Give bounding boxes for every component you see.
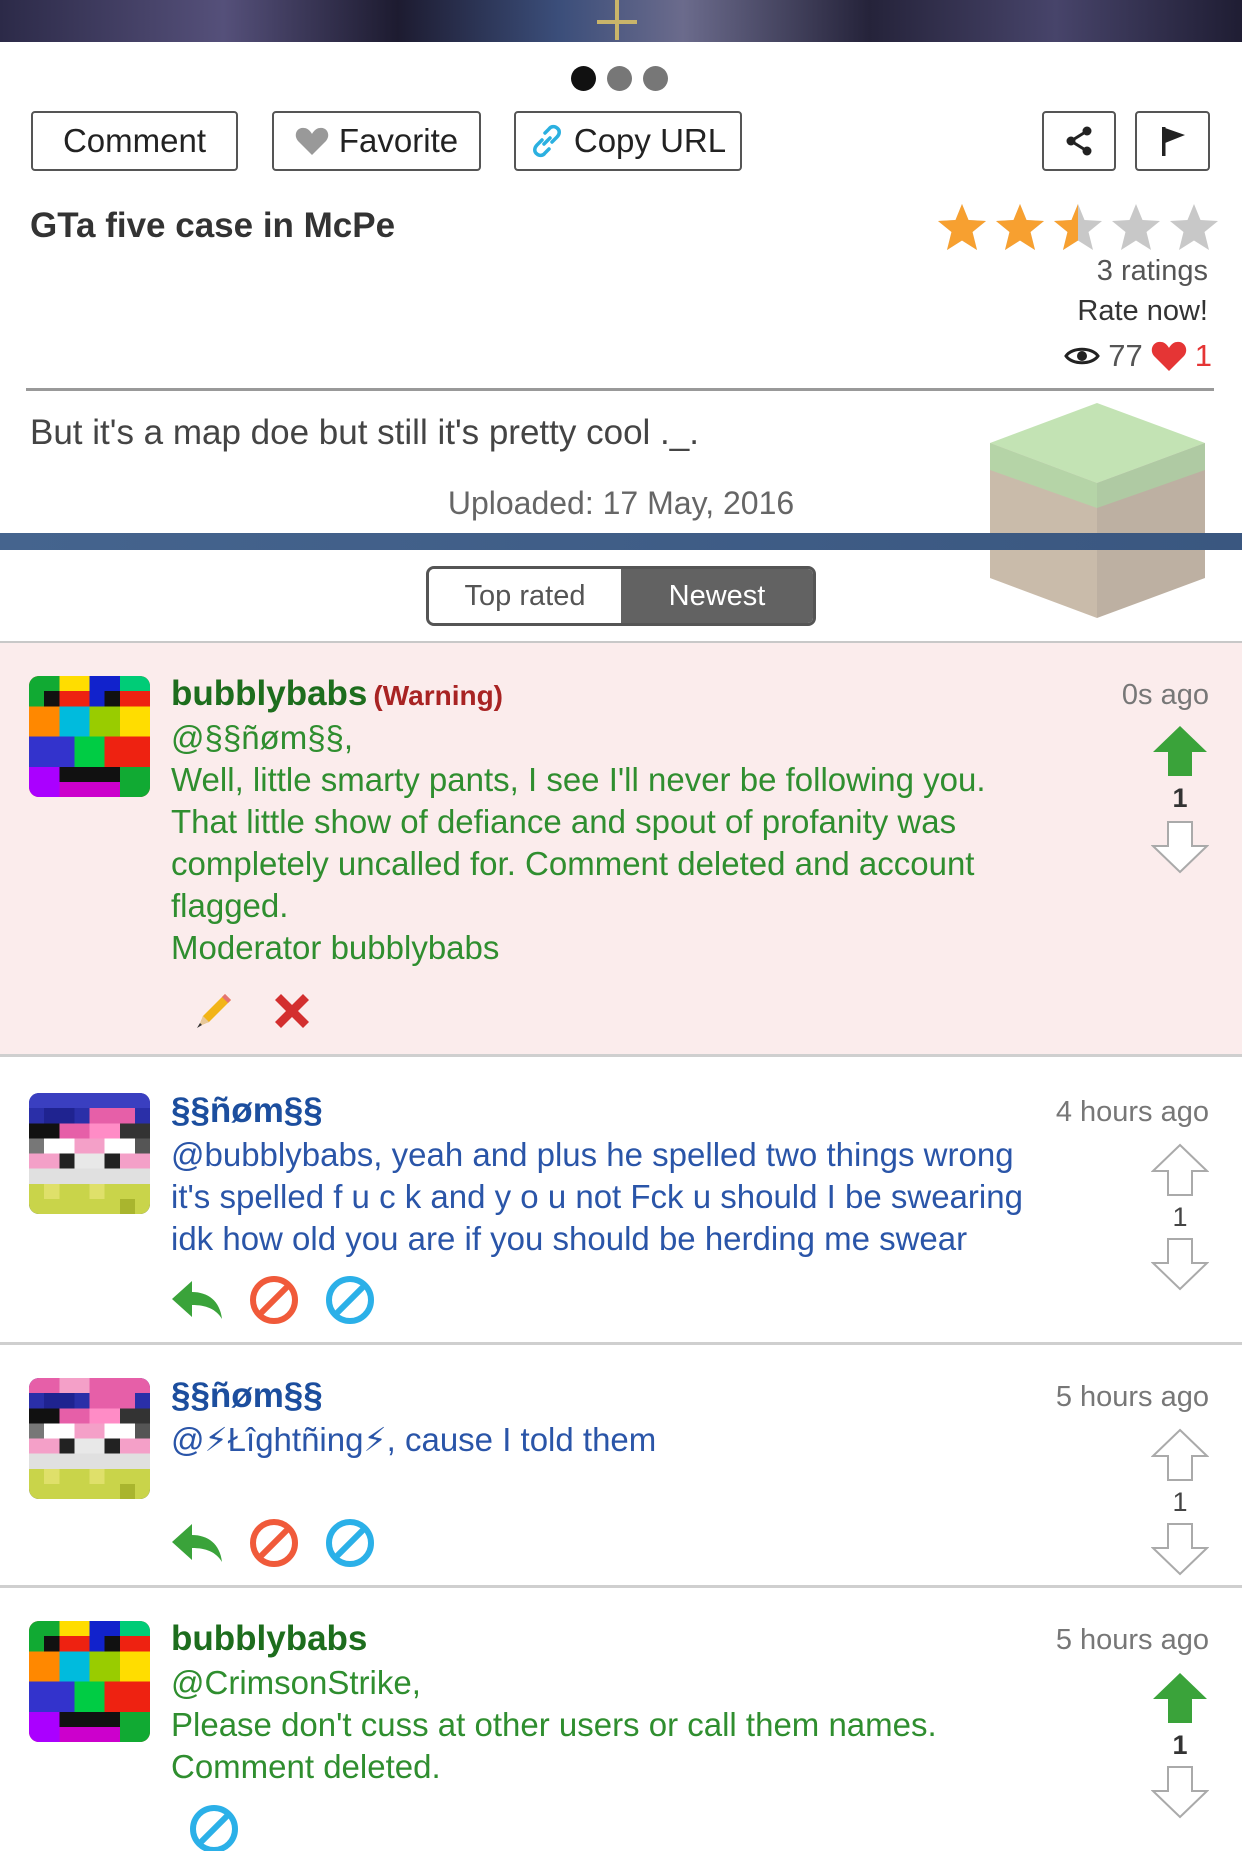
flag-icon <box>1161 127 1185 156</box>
comment-author[interactable]: bubblybabs (Warning) <box>171 674 503 714</box>
vote-count: 1 <box>1172 1487 1188 1517</box>
comment-line: @⚡Łîghtñing⚡, cause I told them <box>171 1421 657 1458</box>
upvote-arrow-icon[interactable] <box>1151 724 1209 778</box>
ratings-count: 3 ratings <box>1096 255 1208 287</box>
comment-line: completely uncalled for. Comment deleted… <box>171 845 975 882</box>
eye-icon <box>1064 347 1101 365</box>
edit-icon[interactable] <box>193 990 235 1032</box>
comment-author[interactable]: §§ñøm§§ <box>171 1091 323 1131</box>
block-icon[interactable] <box>324 1274 376 1326</box>
carousel-dot-2[interactable] <box>607 66 632 91</box>
share-button[interactable] <box>1042 111 1116 171</box>
star-rating[interactable] <box>936 202 1220 254</box>
carousel-dot-3[interactable] <box>643 66 668 91</box>
comment-body: @⚡Łîghtñing⚡, cause I told them <box>171 1419 1071 1461</box>
comment-line: Comment deleted. <box>171 1748 441 1785</box>
comment-time: 5 hours ago <box>1055 1381 1209 1413</box>
copy-url-button[interactable]: Copy URL <box>514 111 742 171</box>
block-icon[interactable] <box>324 1517 376 1569</box>
share-icon <box>1066 126 1092 156</box>
comment-item: bubblybabs (Warning) 0s ago @§§ñøm§§, Wel… <box>0 643 1242 1057</box>
comment-button-label: Comment <box>62 122 207 159</box>
comment-line: @CrimsonStrike, <box>171 1664 421 1701</box>
vote-count: 1 <box>1172 1202 1188 1232</box>
comment-actions <box>170 1517 376 1569</box>
comment-body: @bubblybabs, yeah and plus he spelled tw… <box>171 1134 1071 1260</box>
comment-time: 4 hours ago <box>1055 1096 1209 1128</box>
avatar[interactable] <box>29 676 150 797</box>
warning-badge: (Warning) <box>373 680 504 711</box>
reply-icon[interactable] <box>170 1520 224 1566</box>
downvote-arrow-icon[interactable] <box>1151 1522 1209 1576</box>
comment-line: Please don't cuss at other users or call… <box>171 1706 937 1743</box>
star-icon[interactable] <box>994 202 1046 254</box>
comment-line: @bubblybabs, yeah and plus he spelled tw… <box>171 1136 1014 1173</box>
avatar[interactable] <box>29 1378 150 1499</box>
sort-top-rated-tab[interactable]: Top rated <box>429 569 621 623</box>
author-name: bubblybabs <box>171 674 368 713</box>
comment-actions <box>193 988 315 1034</box>
comment-item: §§ñøm§§ 5 hours ago @⚡Łîghtñing⚡, cause … <box>0 1348 1242 1588</box>
grass-block-image <box>990 403 1205 618</box>
block-icon[interactable] <box>188 1803 240 1851</box>
star-icon[interactable] <box>1110 202 1162 254</box>
downvote-arrow-icon[interactable] <box>1151 1765 1209 1819</box>
heart-icon <box>295 127 329 155</box>
comment-line: Well, little smarty pants, I see I'll ne… <box>171 761 986 798</box>
carousel-dot-1[interactable] <box>571 66 596 91</box>
sort-toggle: Top rated Newest <box>426 566 816 626</box>
upvote-arrow-icon[interactable] <box>1151 1143 1209 1197</box>
like-count: 1 <box>1194 338 1212 373</box>
favorite-button[interactable]: Favorite <box>272 111 481 171</box>
comment-line: flagged. <box>171 887 289 924</box>
report-icon[interactable] <box>248 1274 300 1326</box>
upvote-arrow-icon[interactable] <box>1151 1671 1209 1725</box>
hero-image[interactable] <box>0 0 1242 42</box>
favorite-button-label: Favorite <box>338 122 459 159</box>
post-description: But it's a map doe but still it's pretty… <box>30 413 699 452</box>
comment-actions <box>188 1803 240 1851</box>
view-count: 77 <box>1108 338 1143 373</box>
hero-crosshair-bar <box>597 20 637 24</box>
comment-item: §§ñøm§§ 4 hours ago @bubblybabs, yeah an… <box>0 1060 1242 1345</box>
reply-icon[interactable] <box>170 1277 224 1323</box>
vote-count: 1 <box>1172 783 1188 813</box>
avatar[interactable] <box>29 1093 150 1214</box>
section-divider-bar <box>0 533 1242 550</box>
sort-newest-tab[interactable]: Newest <box>621 569 813 623</box>
comment-actions <box>170 1274 376 1326</box>
comment-line: idk how old you are if you should be her… <box>171 1220 968 1257</box>
link-icon <box>532 124 561 158</box>
upvote-arrow-icon[interactable] <box>1151 1428 1209 1482</box>
vote-count: 1 <box>1172 1730 1188 1760</box>
comment-line: That little show of defiance and spout o… <box>171 803 957 840</box>
like-heart-icon <box>1151 341 1186 371</box>
comment-body: @§§ñøm§§, Well, little smarty pants, I s… <box>171 717 1071 969</box>
comment-line: it's spelled f u c k and y o u not Fck u… <box>171 1178 1023 1215</box>
rate-now-link[interactable]: Rate now! <box>1077 295 1208 328</box>
downvote-arrow-icon[interactable] <box>1151 820 1209 874</box>
downvote-arrow-icon[interactable] <box>1151 1237 1209 1291</box>
comment-author[interactable]: bubblybabs <box>171 1619 367 1659</box>
star-icon[interactable] <box>936 202 988 254</box>
carousel-indicator <box>571 66 668 91</box>
star-icon[interactable] <box>1052 202 1104 254</box>
report-flag-button[interactable] <box>1135 111 1210 171</box>
copy-url-button-label: Copy URL <box>573 122 727 159</box>
comment-item: bubblybabs 5 hours ago @CrimsonStrike, P… <box>0 1591 1242 1851</box>
comment-author[interactable]: §§ñøm§§ <box>171 1376 323 1416</box>
comment-body: @CrimsonStrike, Please don't cuss at oth… <box>171 1662 1071 1788</box>
post-stats: 77 1 <box>1064 338 1212 374</box>
comment-button[interactable]: Comment <box>31 111 238 171</box>
delete-icon[interactable] <box>269 988 315 1034</box>
comment-time: 5 hours ago <box>1055 1624 1209 1656</box>
post-title: GTa five case in McPe <box>30 206 396 245</box>
comment-line: Moderator bubblybabs <box>171 929 500 966</box>
report-icon[interactable] <box>248 1517 300 1569</box>
comment-time: 0s ago <box>1121 679 1209 711</box>
divider <box>26 388 1214 391</box>
avatar[interactable] <box>29 1621 150 1742</box>
comment-line: @§§ñøm§§, <box>171 719 354 756</box>
star-icon[interactable] <box>1168 202 1220 254</box>
